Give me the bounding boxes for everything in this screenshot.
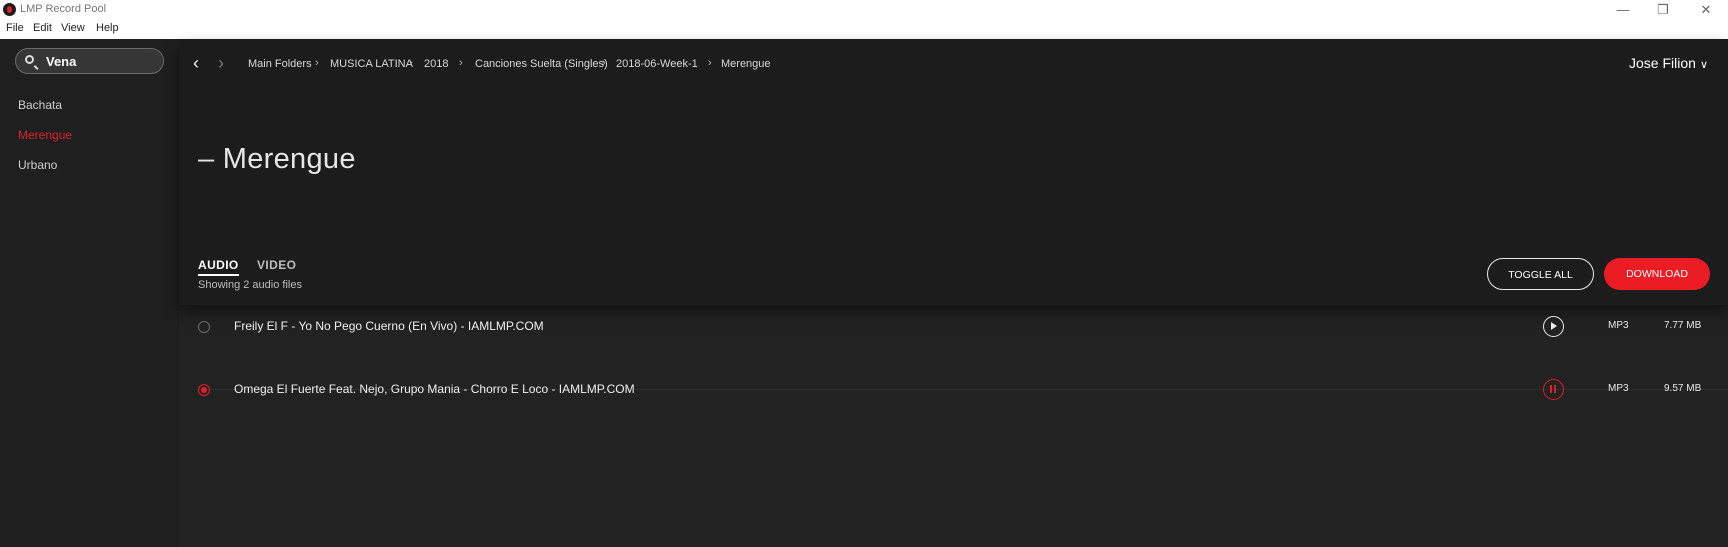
search-input[interactable]	[46, 53, 156, 69]
track-title: Freily El F - Yo No Pego Cuerno (En Vivo…	[234, 319, 544, 333]
user-name: Jose Filion	[1629, 55, 1696, 71]
minimize-icon[interactable]: —	[1609, 1, 1637, 19]
track-size: 7.77 MB	[1664, 320, 1702, 331]
main-panel: ‹ › Main Folders › MUSICA LATINA › 2018 …	[179, 39, 1728, 547]
search-icon	[25, 55, 34, 64]
track-size: 9.57 MB	[1664, 383, 1702, 394]
breadcrumb-item[interactable]: MUSICA LATINA	[330, 58, 413, 70]
app-logo-icon	[3, 3, 16, 16]
breadcrumb-item[interactable]: Main Folders	[248, 58, 312, 70]
sidebar-item-merengue[interactable]: Merengue	[18, 128, 72, 142]
menu-view[interactable]: View	[61, 22, 85, 34]
track-row[interactable]: Freily El F - Yo No Pego Cuerno (En Vivo…	[179, 297, 1728, 359]
menu-file[interactable]: File	[6, 22, 24, 34]
breadcrumb-separator-icon: ›	[409, 57, 413, 69]
track-title: Omega El Fuerte Feat. Nejo, Grupo Mania …	[234, 382, 635, 396]
search-box[interactable]	[15, 48, 164, 74]
download-button[interactable]: DOWNLOAD	[1604, 258, 1710, 290]
menu-bar: File Edit View Help	[0, 20, 1728, 40]
menu-edit[interactable]: Edit	[33, 22, 52, 34]
track-row[interactable]: Omega El Fuerte Feat. Nejo, Grupo Mania …	[179, 360, 1728, 422]
chevron-down-icon: ∨	[1699, 59, 1708, 71]
forward-arrow-icon[interactable]: ›	[218, 54, 224, 72]
file-count-text: Showing 2 audio files	[198, 279, 302, 291]
sidebar-item-urbano[interactable]: Urbano	[18, 158, 57, 172]
user-menu[interactable]: Jose Filion ∨	[1629, 55, 1708, 71]
tab-video[interactable]: VIDEO	[257, 258, 296, 272]
folder-header: ‹ › Main Folders › MUSICA LATINA › 2018 …	[179, 39, 1728, 305]
sidebar-item-bachata[interactable]: Bachata	[18, 98, 62, 112]
tab-audio[interactable]: AUDIO	[198, 258, 239, 276]
pause-icon[interactable]	[1543, 379, 1564, 400]
track-format: MP3	[1608, 320, 1629, 331]
breadcrumb-separator-icon: ›	[459, 57, 463, 69]
breadcrumb-item[interactable]: Canciones Suelta (Singles)	[475, 58, 608, 70]
breadcrumb-separator-icon: ›	[315, 57, 319, 69]
play-icon[interactable]	[1543, 316, 1564, 337]
close-icon[interactable]: ✕	[1692, 1, 1720, 19]
sidebar: Bachata Merengue Urbano	[0, 39, 179, 547]
toggle-all-button[interactable]: TOGGLE ALL	[1487, 258, 1594, 290]
page-title: – Merengue	[198, 143, 356, 175]
track-select-radio[interactable]	[198, 384, 210, 396]
title-bar: LMP Record Pool — ❐ ✕	[0, 0, 1728, 20]
breadcrumb-item[interactable]: 2018-06-Week-1	[616, 58, 698, 70]
breadcrumb-separator-icon: ›	[708, 57, 712, 69]
restore-icon[interactable]: ❐	[1649, 1, 1677, 19]
back-arrow-icon[interactable]: ‹	[193, 54, 199, 72]
menu-help[interactable]: Help	[96, 22, 119, 34]
breadcrumb-separator-icon: ›	[602, 57, 606, 69]
track-select-radio[interactable]	[198, 321, 210, 333]
breadcrumb-item[interactable]: 2018	[424, 58, 448, 70]
breadcrumb-item-current: Merengue	[721, 58, 771, 70]
window-title: LMP Record Pool	[20, 3, 107, 15]
track-format: MP3	[1608, 383, 1629, 394]
